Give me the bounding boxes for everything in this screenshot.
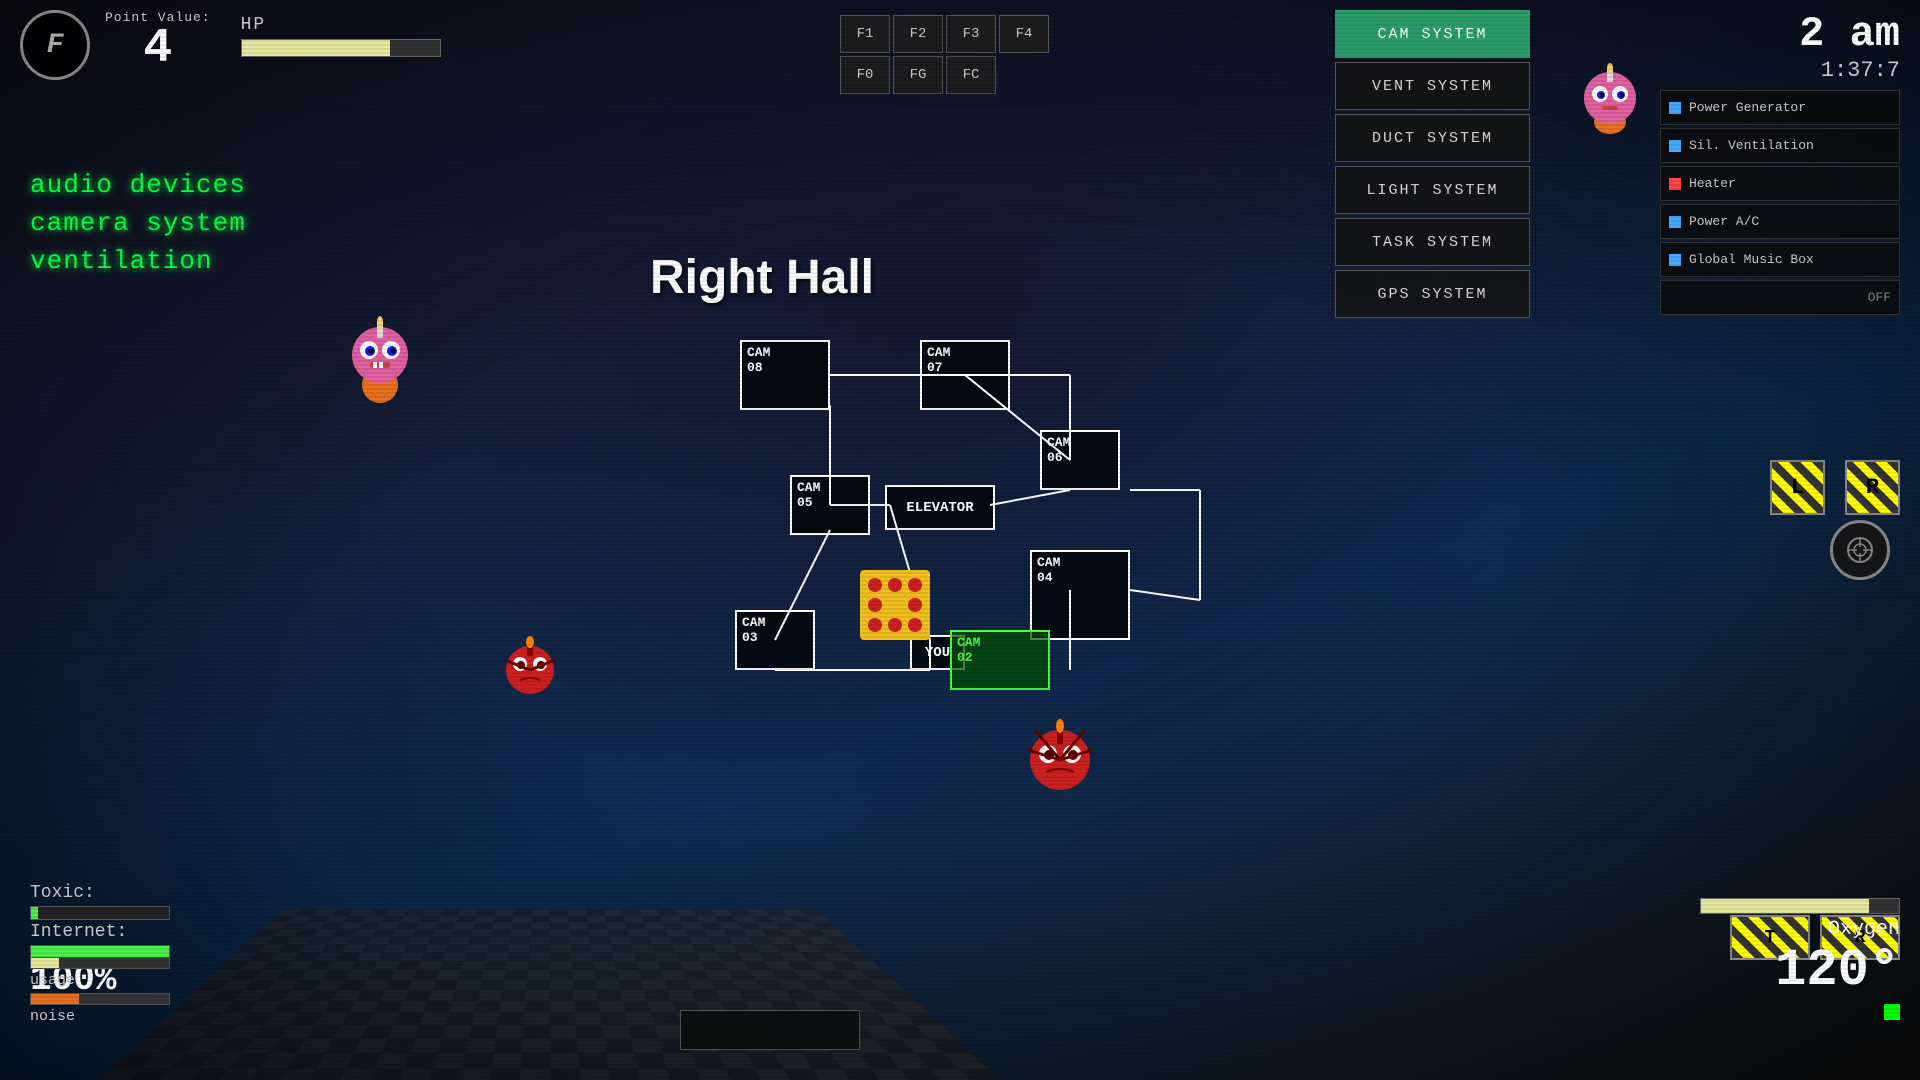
duct-system-button[interactable]: DUCT SYSTEM bbox=[1335, 114, 1530, 162]
elevator-node[interactable]: ELEVATOR bbox=[885, 485, 995, 530]
cam-05-node[interactable]: CAM05 bbox=[790, 475, 870, 535]
cam-08-node[interactable]: CAM08 bbox=[740, 340, 830, 410]
right-button[interactable]: R bbox=[1845, 460, 1900, 515]
fkey-f1[interactable]: F1 bbox=[840, 15, 890, 53]
cam-06-node[interactable]: CAM06 bbox=[1040, 430, 1120, 490]
left-button[interactable]: L bbox=[1770, 460, 1825, 515]
noise-bar-bg bbox=[30, 993, 170, 1005]
fkey-fc[interactable]: FC bbox=[946, 56, 996, 94]
power-ac-label: Power A/C bbox=[1689, 214, 1759, 229]
power-generator-label: Power Generator bbox=[1689, 100, 1806, 115]
degree-value: 120° bbox=[1700, 941, 1900, 1000]
vent-system-button[interactable]: VENT SYSTEM bbox=[1335, 62, 1530, 110]
power-generator-item[interactable]: Power Generator bbox=[1660, 90, 1900, 125]
bottom-right-stats: Oxygen 120° bbox=[1700, 898, 1900, 1020]
cam-03-label: CAM03 bbox=[742, 615, 765, 645]
bottom-center-panel bbox=[680, 1010, 860, 1050]
cam-system-button[interactable]: CAM SYSTEM bbox=[1335, 10, 1530, 58]
lr-buttons: L R bbox=[1770, 460, 1900, 515]
noise-bar-fill bbox=[31, 994, 79, 1004]
heater-label: Heater bbox=[1689, 176, 1736, 191]
toxic-stat: Toxic: bbox=[30, 883, 170, 920]
power-panel: Power Generator Sil. Ventilation Heater … bbox=[1660, 90, 1900, 315]
cam-05-label: CAM05 bbox=[797, 480, 820, 510]
location-label: Right Hall bbox=[650, 250, 874, 305]
elevator-label: ELEVATOR bbox=[906, 500, 973, 516]
time-display: 2 am 1:37:7 bbox=[1799, 10, 1900, 83]
power-off-item[interactable]: OFF bbox=[1660, 280, 1900, 315]
usage-bar-fill bbox=[31, 958, 59, 968]
pizza-character bbox=[855, 565, 935, 645]
map-area: CAM08 CAM07 CAM06 CAM05 ELEVATOR CAM03 C… bbox=[680, 320, 1240, 820]
fkey-f2[interactable]: F2 bbox=[893, 15, 943, 53]
mascot-left bbox=[340, 300, 420, 415]
cam-08-label: CAM08 bbox=[747, 345, 770, 375]
oxygen-bar-bg bbox=[1700, 898, 1900, 914]
power-ac-item[interactable]: Power A/C bbox=[1660, 204, 1900, 239]
gps-system-button[interactable]: GPS SYSTEM bbox=[1335, 270, 1530, 318]
left-menu-audio[interactable]: audio devices bbox=[30, 170, 246, 200]
point-value: 4 bbox=[143, 25, 172, 73]
fkey-f4[interactable]: F4 bbox=[999, 15, 1049, 53]
power-generator-indicator bbox=[1669, 102, 1681, 114]
fkey-fg[interactable]: FG bbox=[893, 56, 943, 94]
heater-item[interactable]: Heater bbox=[1660, 166, 1900, 201]
cam-04-label: CAM04 bbox=[1037, 555, 1060, 585]
left-menu: audio devices camera system ventilation bbox=[30, 170, 246, 284]
usage-noise-area: usage noise bbox=[30, 957, 170, 1025]
time-sub: 1:37:7 bbox=[1799, 58, 1900, 83]
heater-indicator bbox=[1669, 178, 1681, 190]
cam-02-node[interactable]: CAM02 bbox=[950, 630, 1050, 690]
system-panel: CAM SYSTEM VENT SYSTEM DUCT SYSTEM LIGHT… bbox=[1335, 10, 1530, 318]
light-system-button[interactable]: LIGHT SYSTEM bbox=[1335, 166, 1530, 214]
cam-07-node[interactable]: CAM07 bbox=[920, 340, 1010, 410]
cam-06-label: CAM06 bbox=[1047, 435, 1070, 465]
oxygen-label: Oxygen bbox=[1828, 918, 1900, 941]
func-keys: F1 F2 F3 F4 F0 FG FC bbox=[840, 15, 1049, 94]
usage-bar-bg bbox=[30, 957, 170, 969]
cam-07-label: CAM07 bbox=[927, 345, 950, 375]
left-menu-camera[interactable]: camera system bbox=[30, 208, 246, 238]
cam-03-node[interactable]: CAM03 bbox=[735, 610, 815, 670]
logo-letter: F bbox=[47, 30, 64, 61]
toxic-bar-bg bbox=[30, 906, 170, 920]
time-am: 2 am bbox=[1799, 10, 1900, 58]
green-dot bbox=[1884, 1004, 1900, 1020]
left-menu-ventilation[interactable]: ventilation bbox=[30, 246, 246, 276]
usage-label: usage bbox=[30, 972, 170, 989]
global-music-box-item[interactable]: Global Music Box bbox=[1660, 242, 1900, 277]
mascot-top-right bbox=[1570, 60, 1650, 140]
noise-label: noise bbox=[30, 1008, 170, 1025]
sil-ventilation-indicator bbox=[1669, 140, 1681, 152]
point-area: Point Value: 4 bbox=[105, 10, 211, 73]
sil-ventilation-item[interactable]: Sil. Ventilation bbox=[1660, 128, 1900, 163]
power-off-label: OFF bbox=[1868, 290, 1891, 305]
cam-04-node[interactable]: CAM04 bbox=[1030, 550, 1130, 640]
hp-bar-bg bbox=[241, 39, 441, 57]
hp-area: HP bbox=[241, 10, 441, 57]
noise-stat: noise bbox=[30, 993, 170, 1025]
global-music-box-label: Global Music Box bbox=[1689, 252, 1814, 267]
hp-label: HP bbox=[241, 15, 441, 35]
cam-02-label: CAM02 bbox=[957, 635, 980, 665]
logo-badge: F bbox=[20, 10, 90, 80]
you-label: YOU bbox=[925, 645, 950, 661]
power-ac-indicator bbox=[1669, 216, 1681, 228]
toxic-label: Toxic: bbox=[30, 883, 95, 903]
fkey-f3[interactable]: F3 bbox=[946, 15, 996, 53]
sil-ventilation-label: Sil. Ventilation bbox=[1689, 138, 1814, 153]
usage-stat: usage bbox=[30, 957, 170, 989]
global-music-box-indicator bbox=[1669, 254, 1681, 266]
task-system-button[interactable]: TASK SYSTEM bbox=[1335, 218, 1530, 266]
internet-label: Internet: bbox=[30, 922, 127, 942]
fkey-f0[interactable]: F0 bbox=[840, 56, 890, 94]
oxygen-bar-fill bbox=[1701, 899, 1869, 913]
hp-bar-fill bbox=[242, 40, 391, 56]
toxic-bar-fill bbox=[31, 907, 38, 919]
enemy-char-1 bbox=[500, 620, 560, 705]
circular-button[interactable] bbox=[1830, 520, 1890, 580]
